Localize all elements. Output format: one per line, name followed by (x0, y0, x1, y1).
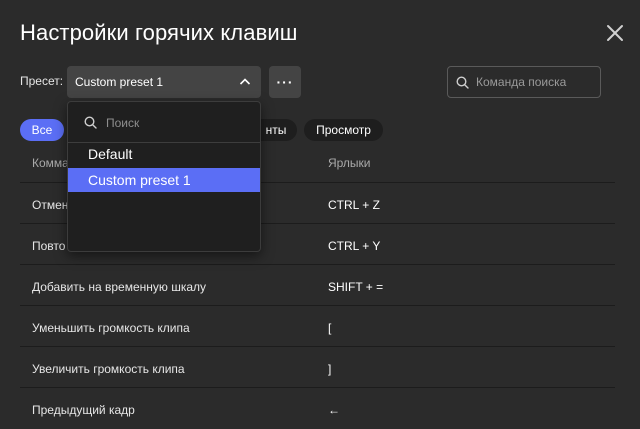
shortcut-keys[interactable]: ] (328, 362, 331, 376)
shortcut-keys[interactable]: [ (328, 321, 331, 335)
more-options-button[interactable]: ··· (269, 66, 301, 98)
close-icon[interactable] (606, 24, 624, 42)
search-icon (456, 76, 469, 89)
command-name: Добавить на временную шкалу (32, 280, 207, 294)
shortcut-keys[interactable]: CTRL + Z (328, 198, 380, 212)
command-search-input[interactable] (474, 74, 598, 90)
page-title: Настройки горячих клавиш (20, 20, 298, 45)
command-name: Отмен (32, 198, 69, 212)
table-row[interactable]: Уменьшить громкость клипа [ (20, 305, 615, 347)
dropdown-search[interactable] (68, 102, 260, 143)
shortcut-keys[interactable]: SHIFT + = (328, 280, 383, 294)
preset-dropdown-menu: Default Custom preset 1 (67, 101, 261, 252)
shortcut-keys[interactable]: CTRL + Y (328, 239, 380, 253)
command-name: Повто (32, 239, 66, 253)
preset-select[interactable]: Custom preset 1 (67, 66, 261, 98)
command-name: Уменьшить громкость клипа (32, 321, 190, 335)
search-icon (84, 116, 97, 129)
dropdown-search-input[interactable] (104, 113, 248, 133)
preset-selected-value: Custom preset 1 (75, 75, 164, 89)
dropdown-option-default[interactable]: Default (68, 142, 260, 166)
command-name: Предыдущий кадр (32, 403, 135, 417)
command-search[interactable] (447, 66, 601, 98)
column-header-shortcut: Ярлыки (328, 156, 371, 170)
table-row[interactable]: Увеличить громкость клипа ] (20, 346, 615, 388)
dropdown-option-custom-preset-1[interactable]: Custom preset 1 (68, 168, 260, 192)
tab-view[interactable]: Просмотр (304, 119, 383, 141)
command-name: Увеличить громкость клипа (32, 362, 185, 376)
table-row[interactable]: Добавить на временную шкалу SHIFT + = (20, 264, 615, 306)
tab-all[interactable]: Все (20, 119, 64, 141)
table-row[interactable]: Предыдущий кадр ← (20, 387, 615, 429)
shortcut-keys[interactable]: ← (328, 403, 340, 417)
chevron-up-icon (239, 76, 251, 88)
preset-label: Пресет: (20, 74, 64, 88)
column-header-command: Комма (32, 156, 69, 170)
